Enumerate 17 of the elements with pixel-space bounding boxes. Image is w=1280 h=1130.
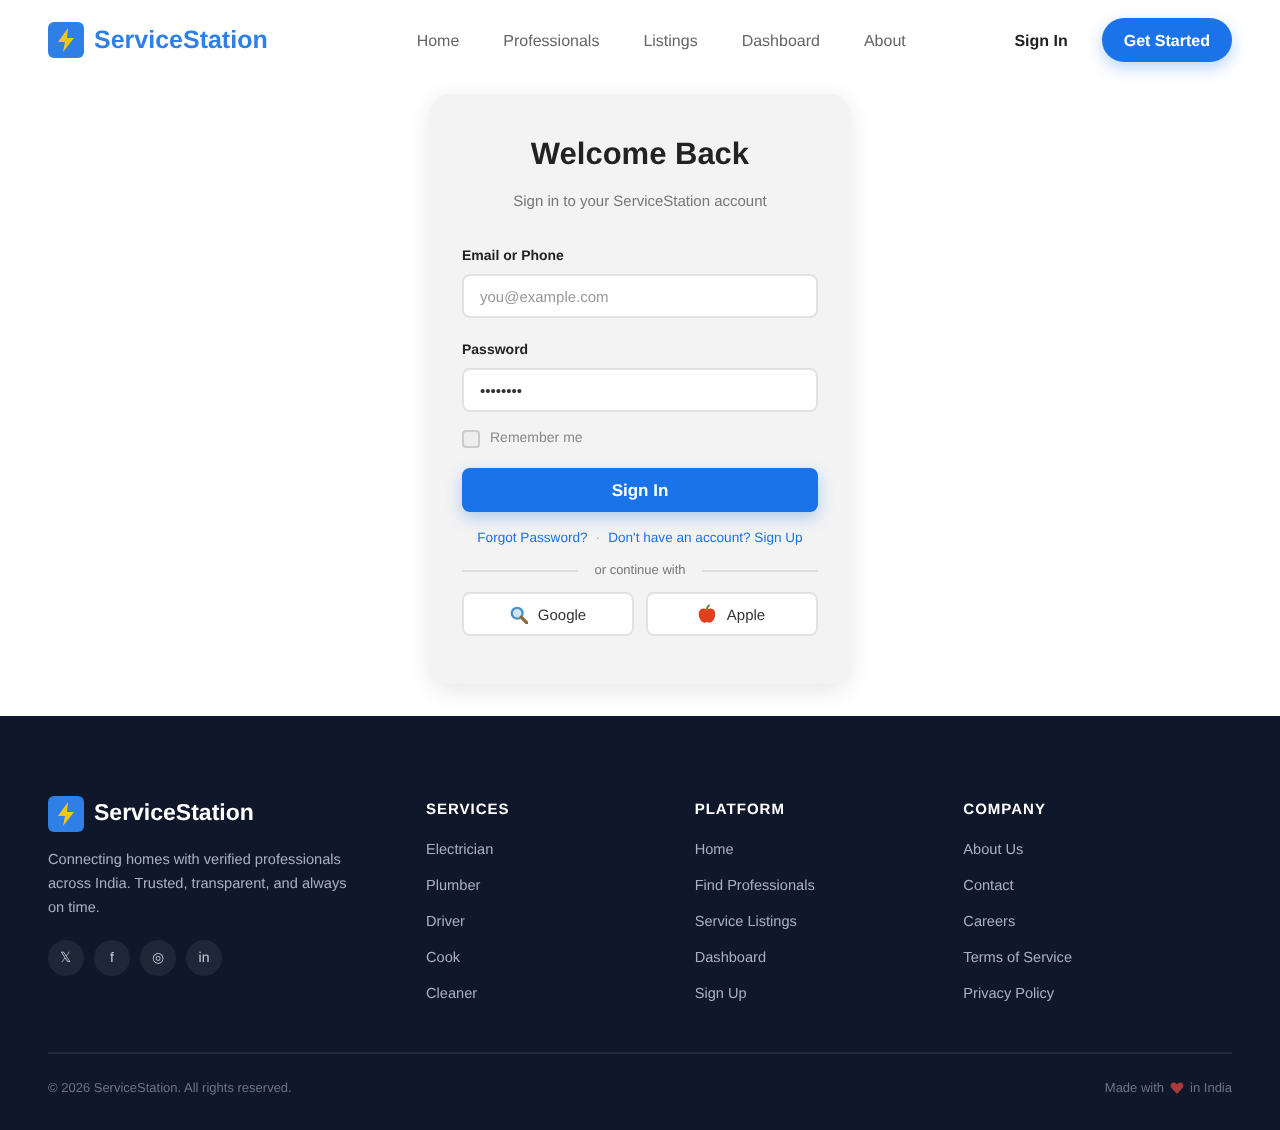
sign-in-button[interactable]: Sign In [462,468,818,512]
apple-icon [698,604,717,624]
nav-link[interactable]: Listings [643,31,698,49]
remember-checkbox[interactable] [462,430,480,448]
magnifier-icon [509,605,528,623]
logo-icon [48,796,84,832]
get-started-button[interactable]: Get Started [1101,18,1232,62]
brand-name[interactable]: ServiceStation [94,26,268,54]
nav-link[interactable]: Professionals [503,31,600,49]
logo-icon [48,22,84,58]
nav-link[interactable]: Home [416,31,460,49]
nav-link[interactable]: About [863,31,906,49]
heart-icon [1170,1082,1185,1094]
nav-link[interactable]: Dashboard [741,31,820,49]
login-title: Welcome Back [528,138,752,174]
sign-in-link[interactable]: Sign In [1014,31,1068,49]
footer-brand: ServiceStation [94,802,254,826]
